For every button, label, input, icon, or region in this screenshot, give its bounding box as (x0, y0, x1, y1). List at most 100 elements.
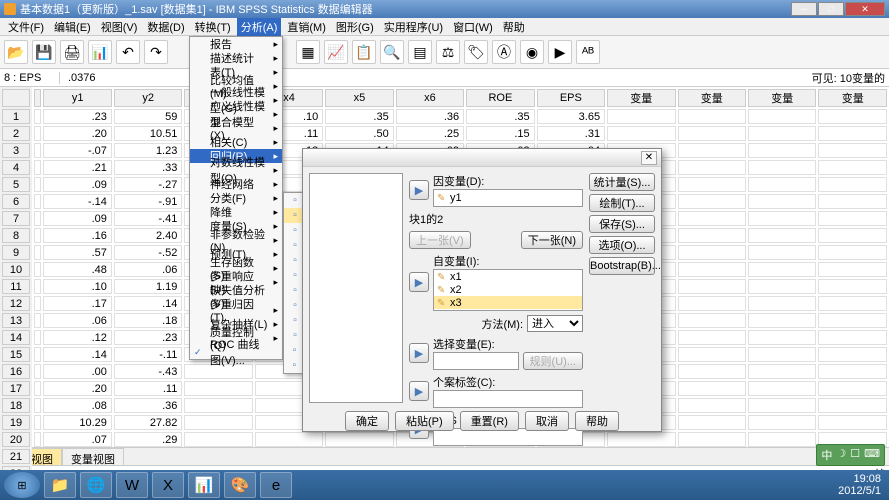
cell[interactable]: 1.23 (114, 143, 182, 158)
col-header[interactable]: y2 (114, 89, 182, 107)
row-header[interactable]: 2 (2, 126, 30, 141)
goto-icon[interactable]: ▦ (296, 40, 320, 64)
cell[interactable] (748, 381, 816, 396)
cell[interactable]: .36 (396, 109, 464, 124)
menu-item[interactable]: 直销(M) (283, 18, 330, 36)
cell[interactable] (818, 194, 887, 209)
menu-item[interactable]: 转换(T) (191, 18, 235, 36)
cell[interactable] (818, 330, 887, 345)
row-header[interactable]: 6 (2, 194, 30, 209)
cell[interactable] (818, 398, 887, 413)
col-header[interactable]: x6 (396, 89, 464, 107)
cell[interactable] (678, 262, 746, 277)
dependent-field[interactable]: ✎y1 (433, 189, 583, 207)
cell[interactable] (818, 279, 887, 294)
cell[interactable] (748, 177, 816, 192)
cell[interactable]: -.27 (114, 177, 182, 192)
cell[interactable] (748, 143, 816, 158)
cell[interactable] (748, 313, 816, 328)
row-header[interactable]: 19 (2, 415, 30, 430)
cell[interactable] (818, 262, 887, 277)
cell[interactable]: 2.40 (114, 228, 182, 243)
col-header[interactable]: 变量 (818, 89, 887, 107)
cell[interactable]: .36 (114, 398, 182, 413)
cell[interactable]: .33 (114, 160, 182, 175)
next-block-button[interactable]: 下一张(N) (521, 231, 583, 249)
case-field[interactable] (433, 390, 583, 408)
col-header[interactable]: EPS (537, 89, 605, 107)
cell[interactable] (748, 330, 816, 345)
cell[interactable] (818, 228, 887, 243)
cell[interactable]: -.41 (114, 211, 182, 226)
labels-icon[interactable]: 🏷 (464, 40, 488, 64)
dialog-side-button[interactable]: Bootstrap(B)... (589, 257, 655, 275)
cell[interactable] (818, 211, 887, 226)
dialog-side-button[interactable]: 选项(O)... (589, 236, 655, 254)
cell[interactable]: .35 (325, 109, 393, 124)
cell[interactable] (748, 160, 816, 175)
select-var-field[interactable] (433, 352, 519, 370)
row-header[interactable]: 15 (2, 347, 30, 362)
undo-icon[interactable]: ↶ (116, 40, 140, 64)
cell[interactable] (748, 211, 816, 226)
cell[interactable] (184, 381, 252, 396)
menu-item[interactable]: 分类(F) (190, 191, 282, 205)
menu-item[interactable]: 降维 (190, 205, 282, 219)
value-icon[interactable]: Ⓐ (492, 40, 516, 64)
cell[interactable] (678, 313, 746, 328)
analysis-menu[interactable]: 报告描述统计表(T)比较均值(M)一般线性模型(G)广义线性模型混合模型(X)相… (189, 36, 283, 360)
menu-item[interactable]: ROC 曲线图(V)... (190, 345, 282, 359)
cell[interactable] (678, 228, 746, 243)
row-header[interactable]: 14 (2, 330, 30, 345)
dialog-footer-button[interactable]: 重置(R) (460, 411, 519, 431)
cell[interactable]: 1.19 (114, 279, 182, 294)
cell[interactable] (678, 245, 746, 260)
independent-list[interactable]: ✎x1✎x2✎x3 (433, 269, 583, 311)
menu-item[interactable]: 相关(C) (190, 135, 282, 149)
weight-icon[interactable]: ⚖ (436, 40, 460, 64)
row-header[interactable]: 10 (2, 262, 30, 277)
menu-item[interactable]: 编辑(E) (50, 18, 95, 36)
cell[interactable]: -.52 (114, 245, 182, 260)
system-tray[interactable]: 19:08 2012/5/1 (838, 473, 885, 497)
move-select-button[interactable]: ▶ (409, 343, 429, 363)
cell[interactable] (748, 279, 816, 294)
row-header[interactable]: 9 (2, 245, 30, 260)
close-button[interactable]: ✕ (845, 2, 885, 16)
row-header[interactable]: 16 (2, 364, 30, 379)
col-header[interactable]: x5 (325, 89, 393, 107)
menu-item[interactable]: 混合模型(X) (190, 121, 282, 135)
grid-icon[interactable]: ▤ (408, 40, 432, 64)
menu-item[interactable]: 对数线性模型(O) (190, 163, 282, 177)
chrome-icon[interactable]: 🌐 (80, 472, 112, 498)
menu-item[interactable]: 帮助 (499, 18, 529, 36)
dialog-close-button[interactable]: ✕ (641, 151, 657, 165)
cell[interactable] (748, 262, 816, 277)
cell[interactable] (678, 160, 746, 175)
cell[interactable] (818, 381, 887, 396)
menu-item[interactable]: 视图(V) (97, 18, 142, 36)
cell[interactable]: .48 (43, 262, 111, 277)
cell[interactable]: 3.65 (537, 109, 605, 124)
spss-icon[interactable]: 📊 (188, 472, 220, 498)
cell[interactable] (678, 296, 746, 311)
cell[interactable]: .20 (43, 126, 111, 141)
cell[interactable] (678, 194, 746, 209)
minimize-button[interactable]: ─ (791, 2, 817, 16)
cell[interactable]: .57 (43, 245, 111, 260)
row-header[interactable]: 13 (2, 313, 30, 328)
cell[interactable] (818, 177, 887, 192)
dialog-footer-button[interactable]: 确定 (345, 411, 389, 431)
explorer-icon[interactable]: 📁 (44, 472, 76, 498)
row-header[interactable]: 17 (2, 381, 30, 396)
indep-var-item[interactable]: ✎x2 (434, 283, 582, 296)
cell[interactable]: -.07 (43, 143, 111, 158)
row-header[interactable]: 11 (2, 279, 30, 294)
row-header[interactable]: 4 (2, 160, 30, 175)
cell[interactable] (678, 347, 746, 362)
col-header[interactable]: y1 (43, 89, 111, 107)
menu-item[interactable]: 文件(F) (4, 18, 48, 36)
cell[interactable] (607, 109, 675, 124)
cell[interactable]: .29 (114, 432, 182, 447)
cell[interactable]: .31 (537, 126, 605, 141)
